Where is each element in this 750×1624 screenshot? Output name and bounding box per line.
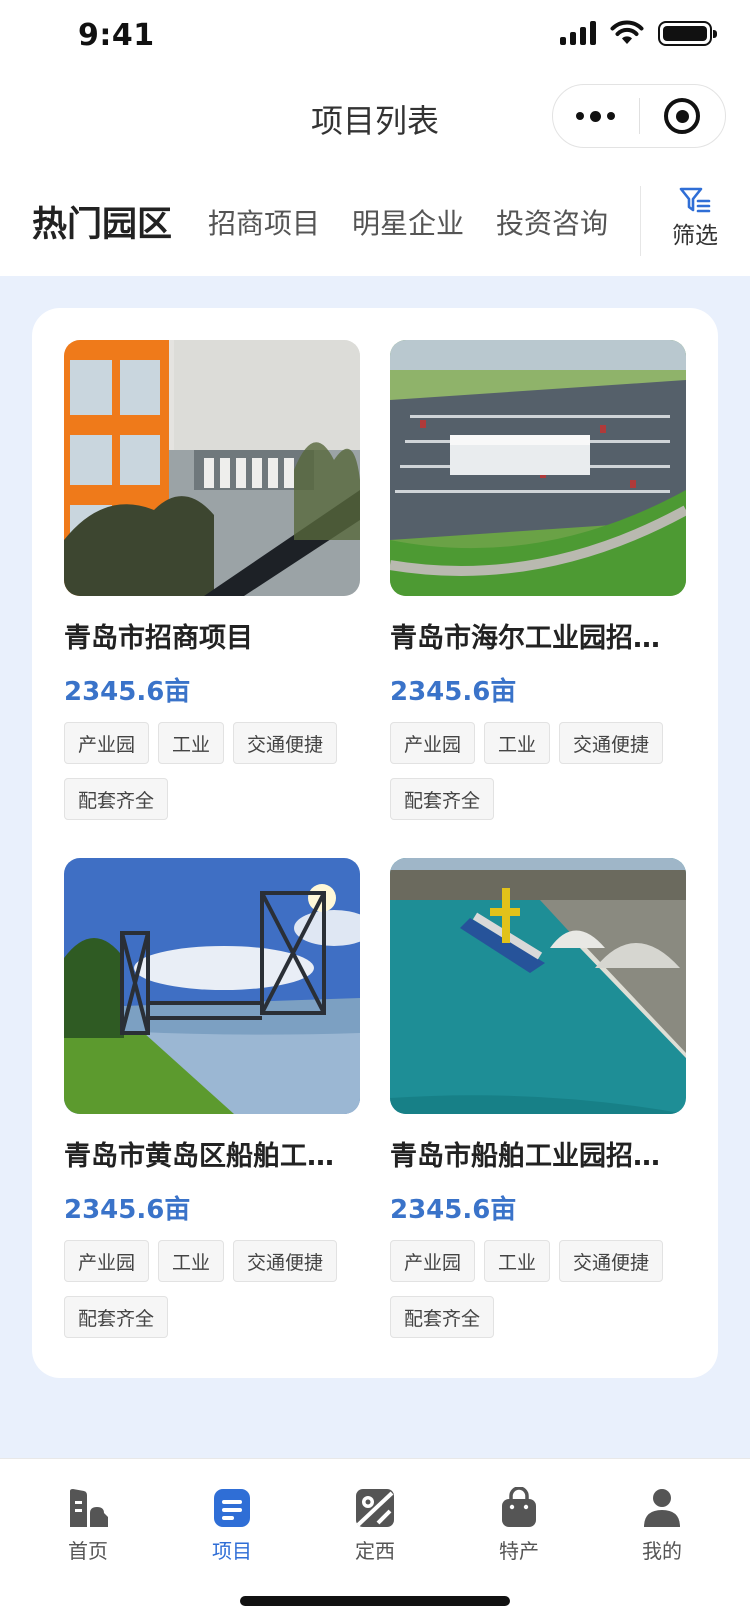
project-image	[64, 340, 360, 596]
tag: 配套齐全	[390, 1296, 495, 1338]
project-title: 青岛市船舶工业园招…	[390, 1141, 660, 1172]
status-icons	[560, 20, 717, 46]
wifi-icon	[610, 20, 644, 44]
project-title: 青岛市黄岛区船舶工…	[64, 1141, 334, 1172]
project-image	[64, 858, 360, 1114]
tag: 工业	[158, 722, 225, 764]
filter-icon	[679, 187, 711, 213]
tag: 产业园	[64, 1240, 150, 1282]
bag-icon	[502, 1487, 536, 1527]
tag: 配套齐全	[64, 778, 169, 820]
project-image	[390, 858, 686, 1114]
tabbar-label: 定西	[355, 1539, 395, 1563]
close-mini-program-button[interactable]	[640, 84, 726, 148]
tab-hot-parks[interactable]: 热门园区	[32, 196, 172, 247]
nav-bar: 项目列表	[0, 74, 750, 166]
project-card[interactable]: 青岛市船舶工业园招… 2345.6亩 产业园 工业 交通便捷 配套齐全	[390, 858, 686, 1338]
project-card[interactable]: 青岛市海尔工业园招… 2345.6亩 产业园 工业 交通便捷 配套齐全	[390, 340, 686, 820]
tag: 工业	[484, 722, 551, 764]
project-tags: 产业园 工业 交通便捷 配套齐全	[390, 1240, 686, 1338]
tab-investment-projects[interactable]: 招商项目	[208, 202, 320, 242]
building-icon	[70, 1489, 108, 1527]
project-area: 2345.6亩	[390, 677, 517, 707]
tabbar-item-home[interactable]: 首页	[38, 1487, 138, 1564]
project-title: 青岛市海尔工业园招…	[390, 623, 660, 654]
more-icon	[576, 112, 585, 120]
mini-program-capsule	[552, 84, 726, 148]
status-time: 9:41	[78, 18, 155, 53]
tabbar-item-mine[interactable]: 我的	[612, 1487, 712, 1564]
project-area: 2345.6亩	[390, 1195, 517, 1225]
project-title: 青岛市招商项目	[64, 623, 253, 654]
home-indicator	[240, 1596, 510, 1606]
tag: 工业	[484, 1240, 551, 1282]
tag: 配套齐全	[64, 1296, 169, 1338]
target-icon	[664, 98, 701, 134]
project-grid: 青岛市招商项目 2345.6亩 产业园 工业 交通便捷 配套齐全 青岛市海尔工业…	[32, 308, 718, 1378]
project-image	[390, 340, 686, 596]
map-icon	[356, 1489, 394, 1527]
tag: 配套齐全	[390, 778, 495, 820]
tabbar-item-specialties[interactable]: 特产	[469, 1487, 569, 1564]
filter-label: 筛选	[672, 223, 718, 249]
status-bar: 9:41	[0, 0, 750, 74]
tab-star-enterprises[interactable]: 明星企业	[352, 202, 464, 242]
project-card[interactable]: 青岛市黄岛区船舶工… 2345.6亩 产业园 工业 交通便捷 配套齐全	[64, 858, 360, 1338]
project-card[interactable]: 青岛市招商项目 2345.6亩 产业园 工业 交通便捷 配套齐全	[64, 340, 360, 820]
category-tabs: 热门园区 招商项目 明星企业 投资咨询 筛选	[0, 166, 750, 276]
tag: 交通便捷	[233, 722, 338, 764]
tag: 工业	[158, 1240, 225, 1282]
tabbar-label: 我的	[642, 1539, 682, 1563]
more-options-button[interactable]	[553, 84, 639, 148]
battery-icon	[658, 20, 717, 46]
tabbar-label: 特产	[499, 1539, 539, 1563]
tab-investment-consulting[interactable]: 投资咨询	[496, 202, 608, 242]
tabbar-label: 项目	[212, 1539, 252, 1563]
project-area: 2345.6亩	[64, 677, 191, 707]
signal-icon	[560, 21, 596, 45]
tabbar-item-dingxi[interactable]: 定西	[325, 1487, 425, 1564]
tabbar-label: 首页	[68, 1539, 108, 1563]
tag: 产业园	[390, 722, 476, 764]
user-icon	[644, 1489, 680, 1527]
tag: 交通便捷	[559, 1240, 664, 1282]
project-tags: 产业园 工业 交通便捷 配套齐全	[64, 1240, 360, 1338]
tag: 产业园	[64, 722, 150, 764]
tag: 交通便捷	[559, 722, 664, 764]
tabbar-item-projects[interactable]: 项目	[182, 1487, 282, 1564]
filter-button[interactable]: 筛选	[664, 186, 726, 250]
project-area: 2345.6亩	[64, 1195, 191, 1225]
list-icon	[214, 1489, 250, 1527]
project-tags: 产业园 工业 交通便捷 配套齐全	[64, 722, 360, 820]
tag: 产业园	[390, 1240, 476, 1282]
tag: 交通便捷	[233, 1240, 338, 1282]
project-tags: 产业园 工业 交通便捷 配套齐全	[390, 722, 686, 820]
